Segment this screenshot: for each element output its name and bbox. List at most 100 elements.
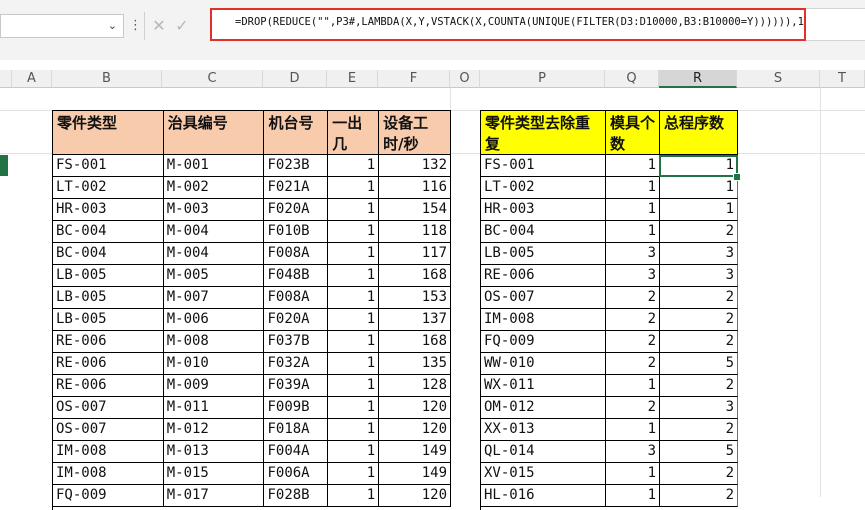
cell-machine-no[interactable]: F020A — [264, 199, 329, 221]
cell-program-count[interactable]: 1 — [660, 177, 738, 199]
cell-cavities[interactable]: 1 — [328, 309, 380, 331]
cell-cycle-time[interactable]: 137 — [379, 309, 452, 331]
cell-part-type[interactable]: BC-004 — [53, 221, 164, 243]
cell-unique-part-type[interactable]: WX-011 — [481, 375, 606, 397]
cell-part-type[interactable]: LB-005 — [53, 265, 164, 287]
header-program-count[interactable]: 总程序数 — [660, 111, 738, 155]
cell-unique-part-type[interactable]: WW-010 — [481, 353, 606, 375]
column-header-a[interactable]: A — [12, 70, 52, 88]
cell-cycle-time[interactable]: 154 — [379, 199, 452, 221]
cell-part-type[interactable]: IM-008 — [53, 441, 164, 463]
cell-cavities[interactable]: 1 — [328, 221, 380, 243]
cell-part-type[interactable]: OS-007 — [53, 419, 164, 441]
cell-mold-count[interactable]: 2 — [606, 353, 660, 375]
cell-fixture-no[interactable]: M-011 — [163, 397, 265, 419]
column-header-d[interactable]: D — [263, 70, 327, 88]
header-mold-count[interactable]: 模具个数 — [606, 111, 660, 155]
cell-mold-count[interactable]: 1 — [606, 485, 660, 507]
cell-mold-count[interactable]: 3 — [606, 243, 660, 265]
cell-unique-part-type[interactable]: BC-004 — [481, 221, 606, 243]
cell-part-type[interactable]: RE-006 — [53, 375, 164, 397]
cell-program-count[interactable]: 2 — [660, 375, 738, 397]
cell-machine-no[interactable]: F006A — [264, 463, 329, 485]
cell-part-type[interactable]: LB-005 — [53, 287, 164, 309]
cell-unique-part-type[interactable]: OM-012 — [481, 397, 606, 419]
cell-mold-count[interactable]: 1 — [606, 221, 660, 243]
cell-machine-no[interactable]: F008A — [264, 287, 329, 309]
cell-machine-no[interactable]: F004A — [264, 441, 329, 463]
cell-unique-part-type[interactable]: HL-016 — [481, 485, 606, 507]
cell-machine-no[interactable]: F023B — [264, 155, 329, 177]
cell-fixture-no[interactable]: M-009 — [163, 375, 265, 397]
vertical-ellipsis-icon[interactable]: ⋮ — [129, 14, 142, 38]
cell-unique-part-type[interactable]: XX-013 — [481, 419, 606, 441]
cell-fixture-no[interactable]: M-010 — [163, 353, 265, 375]
cell-mold-count[interactable]: 1 — [606, 463, 660, 485]
cell-program-count[interactable]: 2 — [660, 221, 738, 243]
column-header-b[interactable]: B — [52, 70, 162, 88]
cell-cycle-time[interactable]: 153 — [379, 287, 452, 309]
cell-cycle-time[interactable]: 118 — [379, 221, 452, 243]
cell-part-type[interactable]: RE-006 — [53, 331, 164, 353]
column-header-p[interactable]: P — [480, 70, 605, 88]
cell-part-type[interactable]: FS-001 — [53, 155, 164, 177]
cell-part-type[interactable]: RE-006 — [53, 353, 164, 375]
cell-cycle-time[interactable]: 168 — [379, 331, 452, 353]
cell-cycle-time[interactable]: 116 — [379, 177, 452, 199]
cell-fixture-no[interactable]: M-012 — [163, 419, 265, 441]
cell-part-type[interactable]: OS-007 — [53, 397, 164, 419]
cell-program-count[interactable]: 3 — [660, 243, 738, 265]
cell-machine-no[interactable]: F018A — [264, 419, 329, 441]
cell-unique-part-type[interactable]: RE-006 — [481, 265, 606, 287]
cell-cycle-time[interactable]: 135 — [379, 353, 452, 375]
column-header-o[interactable]: O — [450, 70, 480, 88]
header-fixture-no[interactable]: 治具编号 — [163, 111, 265, 155]
enter-icon[interactable]: ✓ — [171, 14, 193, 38]
cell-fixture-no[interactable]: M-005 — [163, 265, 265, 287]
cell-fixture-no[interactable]: M-008 — [163, 331, 265, 353]
cell-fixture-no[interactable]: M-001 — [163, 155, 265, 177]
column-header-s[interactable]: S — [737, 70, 820, 88]
cell-fixture-no[interactable]: M-004 — [163, 221, 265, 243]
cell-mold-count[interactable]: 3 — [606, 441, 660, 463]
cell-fixture-no[interactable]: M-007 — [163, 287, 265, 309]
cell-unique-part-type[interactable]: QL-014 — [481, 441, 606, 463]
cell-unique-part-type[interactable]: FQ-009 — [481, 331, 606, 353]
cell-mold-count[interactable]: 1 — [606, 177, 660, 199]
cell-fixture-no[interactable]: M-003 — [163, 199, 265, 221]
cell-mold-count[interactable]: 1 — [606, 375, 660, 397]
cell-mold-count[interactable]: 2 — [606, 397, 660, 419]
cell-program-count[interactable]: 1 — [660, 199, 738, 221]
fill-handle[interactable] — [733, 173, 741, 181]
cell-part-type[interactable]: LT-002 — [53, 177, 164, 199]
cell-program-count[interactable]: 2 — [660, 485, 738, 507]
cell-cavities[interactable]: 1 — [328, 155, 380, 177]
cell-cavities[interactable]: 1 — [328, 463, 380, 485]
cell-cavities[interactable]: 1 — [328, 331, 380, 353]
cell-mold-count[interactable]: 1 — [606, 419, 660, 441]
select-all-corner[interactable] — [0, 70, 12, 88]
cell-unique-part-type[interactable]: LT-002 — [481, 177, 606, 199]
column-header-f[interactable]: F — [378, 70, 450, 88]
cell-machine-no[interactable]: F021A — [264, 177, 329, 199]
cell-cavities[interactable]: 1 — [328, 419, 380, 441]
cell-cycle-time[interactable]: 120 — [379, 397, 452, 419]
cell-machine-no[interactable]: F010B — [264, 221, 329, 243]
cell-fixture-no[interactable]: M-004 — [163, 243, 265, 265]
cell-mold-count[interactable]: 2 — [606, 287, 660, 309]
cell-program-count[interactable]: 3 — [660, 265, 738, 287]
cell-cavities[interactable]: 1 — [328, 265, 380, 287]
header-unique-part-type[interactable]: 零件类型去除重复 — [481, 111, 606, 155]
chevron-down-icon[interactable]: ⌄ — [108, 19, 117, 32]
column-header-c[interactable]: C — [162, 70, 263, 88]
cancel-icon[interactable]: ✕ — [148, 14, 170, 38]
cell-unique-part-type[interactable]: XV-015 — [481, 463, 606, 485]
cell-cycle-time[interactable]: 149 — [379, 441, 452, 463]
name-box[interactable]: ⌄ — [0, 14, 124, 38]
cell-program-count[interactable]: 5 — [660, 353, 738, 375]
cell-cavities[interactable]: 1 — [328, 199, 380, 221]
cell-cavities[interactable]: 1 — [328, 287, 380, 309]
cell-program-count[interactable]: 5 — [660, 441, 738, 463]
cell-cavities[interactable]: 1 — [328, 397, 380, 419]
cell-cycle-time[interactable]: 120 — [379, 485, 452, 507]
